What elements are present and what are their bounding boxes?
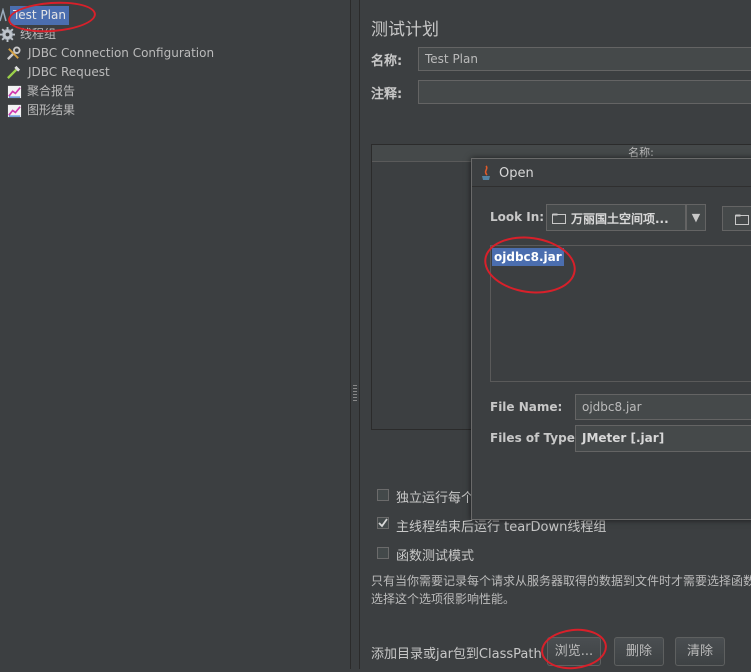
comment-field[interactable]: [418, 80, 751, 104]
file-type-label: Files of Type:: [490, 431, 580, 445]
look-in-combo[interactable]: 万丽国土空间项...: [546, 204, 686, 231]
java-cup-icon: [482, 165, 490, 180]
split-pane-divider[interactable]: [350, 0, 360, 669]
file-name-field[interactable]: ojdbc8.jar: [575, 394, 751, 420]
page-title: 测试计划: [371, 20, 439, 40]
look-in-dropdown-button[interactable]: ▼: [686, 204, 706, 231]
chart-icon: [7, 85, 22, 99]
tree-item-label: 图形结果: [27, 103, 76, 117]
name-label: 名称:: [371, 54, 403, 69]
wrench-icon: [7, 46, 21, 60]
checkbox-label: 函数测试模式: [396, 549, 475, 564]
functional-test-mode-checkbox[interactable]: [377, 547, 389, 559]
folder-icon: [552, 213, 566, 224]
checkmark-icon: [378, 518, 388, 528]
pipette-icon: [7, 65, 21, 79]
test-plan-tree: Test Plan 线程组 JDBC Connection Configurat…: [0, 0, 350, 669]
up-folder-button[interactable]: [722, 206, 751, 231]
look-in-label: Look In:: [490, 210, 545, 224]
functional-mode-note-line2: 选择这个选项很影响性能。: [371, 592, 516, 606]
functional-mode-note-line1: 只有当你需要记录每个请求从服务器取得的数据到文件时才需要选择函数: [371, 574, 751, 588]
file-type-combo[interactable]: JMeter [.jar]: [575, 425, 751, 452]
dialog-title: Open: [499, 166, 534, 181]
tree-item-label: JDBC Connection Configuration: [28, 46, 215, 60]
file-name-label: File Name:: [490, 400, 563, 414]
gear-icon: [0, 27, 15, 42]
look-in-value: 万丽国土空间项...: [571, 212, 669, 226]
open-file-dialog[interactable]: Open Look In: 万丽国土空间项... ▼ ojdbc8.jar Fi…: [471, 158, 751, 520]
teardown-on-shutdown-checkbox[interactable]: [377, 517, 389, 529]
divider-grip-icon[interactable]: [353, 385, 357, 401]
classpath-label: 添加目录或jar包到ClassPath: [371, 647, 542, 662]
tree-item-label: JDBC Request: [28, 65, 110, 79]
comment-label: 注释:: [371, 87, 403, 102]
chart-icon: [7, 104, 22, 118]
tree-item-label: 聚合报告: [27, 84, 76, 98]
checkbox-label: 独立运行每个: [396, 491, 475, 506]
run-groups-independently-checkbox[interactable]: [377, 489, 389, 501]
dialog-title-separator: [472, 186, 751, 187]
delete-button[interactable]: 删除: [614, 637, 664, 666]
name-field[interactable]: Test Plan: [418, 47, 751, 71]
folder-icon: [735, 214, 749, 225]
clear-button[interactable]: 清除: [675, 637, 725, 666]
